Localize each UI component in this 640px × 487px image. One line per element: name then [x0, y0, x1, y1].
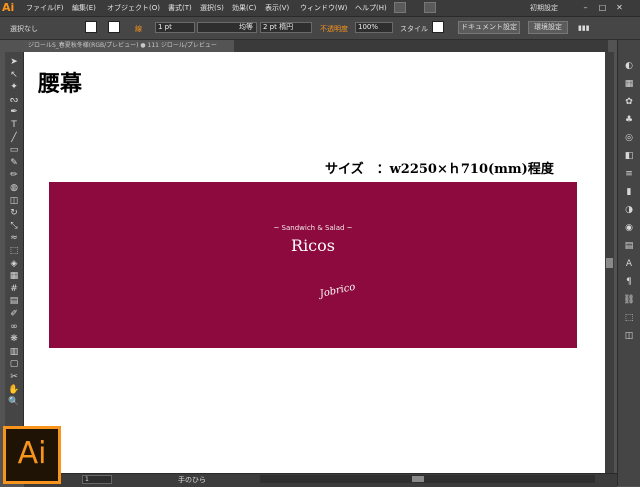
tools-panel: ➤ ↖ ✦ ᔓ ✒ T ╱ ▭ ✎ ✏ ◍ ◫ ↻ ⤡ ≈ ⬚ ◈ ▦ # ▤ ✐ ∞ ❋ ▥ ▢ ✂ ✋ 🔍 — [5, 52, 24, 428]
line-icon[interactable]: ╱ — [7, 132, 21, 144]
warp-icon[interactable]: ≈ — [7, 232, 21, 244]
character-icon[interactable]: A — [622, 258, 636, 270]
graph-icon[interactable]: ▥ — [7, 346, 21, 358]
menu-help[interactable]: ヘルプ(H) — [355, 3, 387, 13]
type-icon[interactable]: T — [7, 119, 21, 131]
status-tool-label: 手のひら — [178, 476, 206, 484]
menu-window[interactable]: ウィンドウ(W) — [300, 3, 347, 13]
menu-select[interactable]: 選択(S) — [200, 3, 224, 13]
stroke-icon[interactable]: ≡ — [622, 168, 636, 180]
control-bar: 選択なし 線 1 pt 均等 2 pt 楕円 不透明度 100% スタイル ドキ… — [0, 17, 640, 40]
artboard-heading: 腰幕 — [38, 71, 83, 97]
rectangle-icon[interactable]: ▭ — [7, 144, 21, 156]
appearance-icon[interactable]: ◉ — [622, 222, 636, 234]
perspective-icon[interactable]: ▦ — [7, 270, 21, 282]
brush-definition[interactable]: 2 pt 楕円 — [260, 22, 312, 33]
scale-icon[interactable]: ⤡ — [7, 220, 21, 232]
direct-selection-icon[interactable]: ↖ — [7, 69, 21, 81]
color-icon[interactable]: ◐ — [622, 60, 636, 72]
stroke-swatch[interactable] — [108, 21, 120, 33]
rotate-icon[interactable]: ↻ — [7, 207, 21, 219]
align-icon-bar[interactable]: ▮▮▮ — [578, 24, 590, 32]
vertical-scroll-thumb[interactable] — [606, 258, 613, 268]
brush-icon[interactable]: ✎ — [7, 157, 21, 169]
menu-view[interactable]: 表示(V) — [265, 3, 289, 13]
style-label: スタイル — [400, 25, 428, 33]
app-logo: Ai — [2, 1, 15, 14]
horizontal-scrollbar[interactable] — [260, 475, 595, 483]
transform-icon[interactable]: ⬚ — [622, 312, 636, 324]
banner-rectangle[interactable] — [49, 182, 577, 348]
menu-type[interactable]: 書式(T) — [168, 3, 192, 13]
free-transform-icon[interactable]: ⬚ — [7, 245, 21, 257]
menu-object[interactable]: オブジェクト(O) — [107, 3, 160, 13]
maximize-icon[interactable]: □ — [597, 2, 608, 13]
illustrator-logo: Ai — [3, 426, 61, 484]
blend-icon[interactable]: ∞ — [7, 321, 21, 333]
artboard-number-field[interactable]: 1 — [82, 475, 112, 484]
layers-icon[interactable]: ◧ — [622, 150, 636, 162]
opacity-field[interactable]: 100% — [355, 22, 393, 33]
menu-bar: Ai ファイル(F) 編集(E) オブジェクト(O) 書式(T) 選択(S) 効… — [0, 0, 640, 17]
magic-wand-icon[interactable]: ✦ — [7, 81, 21, 93]
preferences-button[interactable]: 環境設定 — [528, 21, 568, 34]
slice-icon[interactable]: ✂ — [7, 371, 21, 383]
banner-tagline: ~ Sandwich & Salad ~ — [273, 224, 353, 232]
minimize-icon[interactable]: – — [580, 2, 591, 13]
mesh-icon[interactable]: # — [7, 283, 21, 295]
banner-title: Ricos — [291, 236, 335, 255]
graphic-style-swatch[interactable] — [432, 21, 444, 33]
panel-dock: ◐ ▦ ✿ ♣ ◎ ◧ ≡ ▮ ◑ ◉ ▤ A ¶ ⛓ ⬚ ◫ — [617, 40, 640, 486]
close-icon[interactable]: ✕ — [614, 2, 625, 13]
paragraph-icon[interactable]: ¶ — [622, 276, 636, 288]
artboard-icon[interactable]: ▢ — [7, 358, 21, 370]
fill-swatch[interactable] — [85, 21, 97, 33]
zoom-icon[interactable]: 🔍 — [7, 396, 21, 408]
document-setup-button[interactable]: ドキュメント設定 — [458, 21, 520, 34]
menu-file[interactable]: ファイル(F) — [26, 3, 64, 13]
graphic-styles-icon[interactable]: ◎ — [622, 132, 636, 144]
document-tab[interactable]: ジロールS_春夏秋冬様(RGB/プレビュー) ● 111 ジロール/プレビュー — [24, 40, 234, 52]
swatches-icon[interactable]: ▦ — [622, 78, 636, 90]
selection-icon[interactable]: ➤ — [7, 56, 21, 68]
selection-status: 選択なし — [10, 25, 38, 33]
profile-label: 均等 — [239, 23, 253, 31]
horizontal-scroll-thumb[interactable] — [412, 476, 424, 482]
blob-brush-icon[interactable]: ◍ — [7, 182, 21, 194]
opacity-label[interactable]: 不透明度 — [320, 24, 348, 34]
shape-builder-icon[interactable]: ◈ — [7, 258, 21, 270]
arrange-documents-icon[interactable] — [424, 2, 436, 13]
hand-icon[interactable]: ✋ — [7, 384, 21, 396]
eyedropper-icon[interactable]: ✐ — [7, 308, 21, 320]
links-icon[interactable]: ⛓ — [622, 294, 636, 306]
menu-edit[interactable]: 編集(E) — [72, 3, 96, 13]
eraser-icon[interactable]: ◫ — [7, 195, 21, 207]
stroke-label[interactable]: 線 — [135, 24, 142, 34]
menu-effect[interactable]: 効果(C) — [232, 3, 256, 13]
align-icon[interactable]: ▤ — [622, 240, 636, 252]
brushes-icon[interactable]: ✿ — [622, 96, 636, 108]
symbols-icon[interactable]: ♣ — [622, 114, 636, 126]
size-note: サイズ ：w2250×ｈ710(mm)程度 — [325, 162, 554, 177]
bridge-icon[interactable] — [394, 2, 406, 13]
gradient-panel-icon[interactable]: ▮ — [622, 186, 636, 198]
transparency-icon[interactable]: ◑ — [622, 204, 636, 216]
pencil-icon[interactable]: ✏ — [7, 169, 21, 181]
gradient-icon[interactable]: ▤ — [7, 295, 21, 307]
variable-width-profile[interactable]: 均等 — [197, 22, 257, 33]
pathfinder-icon[interactable]: ◫ — [622, 330, 636, 342]
artboard-number: 1 — [85, 476, 89, 483]
stroke-weight-field[interactable]: 1 pt — [155, 22, 195, 33]
lasso-icon[interactable]: ᔓ — [7, 94, 21, 106]
pen-icon[interactable]: ✒ — [7, 106, 21, 118]
workspace-switcher[interactable]: 初期設定 — [530, 3, 558, 13]
symbol-sprayer-icon[interactable]: ❋ — [7, 333, 21, 345]
